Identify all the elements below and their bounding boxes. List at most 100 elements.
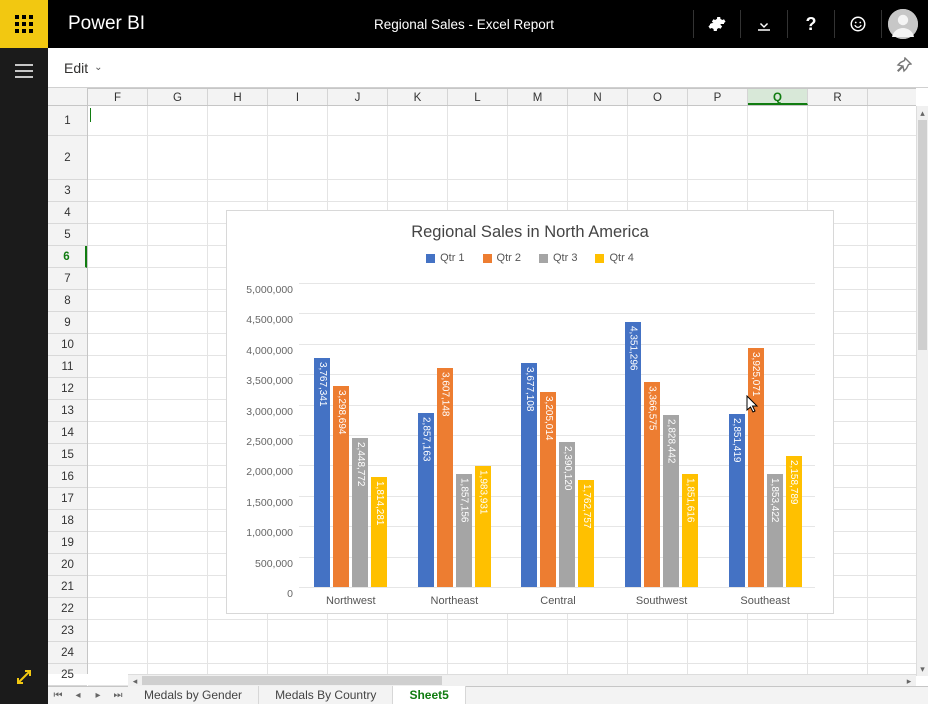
scroll-up-arrow[interactable]: ▴ [917, 106, 928, 120]
app-launcher[interactable] [0, 0, 48, 48]
bar[interactable]: 2,390,120 [559, 442, 575, 587]
col-header-I[interactable]: I [268, 89, 328, 105]
bar[interactable]: 2,158,789 [786, 456, 802, 587]
bar-value-label: 1,983,931 [477, 470, 488, 515]
bar[interactable]: 1,814,281 [371, 477, 387, 587]
workbook-area: FGHIJKLMNOPQR 12345678910111213141516171… [48, 88, 928, 704]
col-header-N[interactable]: N [568, 89, 628, 105]
bar[interactable]: 3,298,694 [333, 386, 349, 587]
vertical-scrollbar[interactable]: ▴ ▾ [916, 106, 928, 676]
row-header-22[interactable]: 22 [48, 598, 87, 620]
row-header-24[interactable]: 24 [48, 642, 87, 664]
col-header-K[interactable]: K [388, 89, 448, 105]
row-header-18[interactable]: 18 [48, 510, 87, 532]
row-header-7[interactable]: 7 [48, 268, 87, 290]
tab-nav-first[interactable]: ⏮ [48, 690, 68, 701]
legend-swatch [595, 254, 604, 263]
col-header-J[interactable]: J [328, 89, 388, 105]
bar[interactable]: 2,851,419 [729, 414, 745, 587]
waffle-icon [15, 15, 33, 33]
col-header-R[interactable]: R [808, 89, 868, 105]
bar[interactable]: 2,857,163 [418, 413, 434, 587]
horizontal-scrollbar[interactable]: ◂ ▸ [128, 674, 916, 686]
bar[interactable]: 3,607,148 [437, 368, 453, 587]
category-label: Southeast [713, 595, 817, 607]
nav-toggle[interactable] [15, 64, 33, 83]
left-nav-strip [0, 48, 48, 704]
row-header-15[interactable]: 15 [48, 444, 87, 466]
row-header-14[interactable]: 14 [48, 422, 87, 444]
sheet-tab[interactable]: Medals By Country [259, 686, 393, 704]
bar[interactable]: 1,983,931 [475, 466, 491, 587]
scroll-down-arrow[interactable]: ▾ [917, 662, 928, 676]
bar[interactable]: 3,925,071 [748, 348, 764, 587]
bar[interactable]: 3,767,341 [314, 358, 330, 587]
row-header-4[interactable]: 4 [48, 202, 87, 224]
col-header-G[interactable]: G [148, 89, 208, 105]
row-header-12[interactable]: 12 [48, 378, 87, 400]
hamburger-icon [15, 64, 33, 78]
row-header-9[interactable]: 9 [48, 312, 87, 334]
row-header-2[interactable]: 2 [48, 136, 87, 180]
row-header-13[interactable]: 13 [48, 400, 87, 422]
bar-value-label: 2,851,419 [731, 418, 742, 463]
embedded-chart[interactable]: Regional Sales in North America Qtr 1Qtr… [226, 210, 834, 614]
row-header-19[interactable]: 19 [48, 532, 87, 554]
download-button[interactable] [741, 0, 787, 48]
help-button[interactable]: ? [788, 0, 834, 48]
row-header-25[interactable]: 25 [48, 664, 87, 686]
expand-button[interactable] [16, 669, 32, 690]
bar[interactable]: 1,851,616 [682, 474, 698, 587]
row-header-17[interactable]: 17 [48, 488, 87, 510]
bar[interactable]: 1,762,757 [578, 480, 594, 587]
bar-value-label: 3,607,148 [439, 372, 450, 417]
col-header-P[interactable]: P [688, 89, 748, 105]
document-title: Regional Sales - Excel Report [374, 17, 554, 32]
col-header-O[interactable]: O [628, 89, 688, 105]
col-header-Q[interactable]: Q [748, 89, 808, 105]
row-header-20[interactable]: 20 [48, 554, 87, 576]
row-header-8[interactable]: 8 [48, 290, 87, 312]
tab-nav-last[interactable]: ⏭ [108, 690, 128, 701]
bar[interactable]: 3,677,108 [521, 363, 537, 587]
col-header-H[interactable]: H [208, 89, 268, 105]
bar[interactable]: 3,366,575 [644, 382, 660, 587]
row-header-6[interactable]: 6 [48, 246, 87, 268]
select-all-corner[interactable] [48, 88, 88, 106]
pin-button[interactable] [896, 57, 912, 78]
bar[interactable]: 1,857,156 [456, 474, 472, 587]
row-header-23[interactable]: 23 [48, 620, 87, 642]
tab-nav-prev[interactable]: ◂ [68, 690, 88, 701]
row-header-10[interactable]: 10 [48, 334, 87, 356]
bar[interactable]: 2,828,442 [663, 415, 679, 587]
bar[interactable]: 4,351,296 [625, 322, 641, 587]
feedback-button[interactable] [835, 0, 881, 48]
y-tick-label: 3,500,000 [239, 375, 293, 387]
bar[interactable]: 2,448,772 [352, 438, 368, 587]
scroll-thumb-h[interactable] [142, 676, 442, 685]
bar[interactable]: 3,205,014 [540, 392, 556, 587]
row-header-21[interactable]: 21 [48, 576, 87, 598]
sheet-tab[interactable]: Medals by Gender [128, 686, 259, 704]
scroll-thumb-v[interactable] [918, 120, 927, 350]
row-header-5[interactable]: 5 [48, 224, 87, 246]
row-header-16[interactable]: 16 [48, 466, 87, 488]
bar[interactable]: 1,853,422 [767, 474, 783, 587]
y-tick-label: 4,000,000 [239, 345, 293, 357]
row-header-1[interactable]: 1 [48, 106, 87, 136]
row-header-11[interactable]: 11 [48, 356, 87, 378]
account-avatar[interactable] [888, 9, 918, 39]
legend-swatch [483, 254, 492, 263]
col-header-M[interactable]: M [508, 89, 568, 105]
legend-label: Qtr 3 [553, 252, 577, 264]
col-header-L[interactable]: L [448, 89, 508, 105]
settings-button[interactable] [694, 0, 740, 48]
grid-canvas[interactable]: Regional Sales in North America Qtr 1Qtr… [88, 106, 916, 674]
edit-menu[interactable]: Edit ⌄ [64, 60, 103, 76]
row-header-3[interactable]: 3 [48, 180, 87, 202]
edit-label: Edit [64, 60, 88, 76]
sheet-tab[interactable]: Sheet5 [393, 686, 465, 704]
tab-nav-next[interactable]: ▸ [88, 690, 108, 701]
top-bar: Power BI Regional Sales - Excel Report ? [0, 0, 928, 48]
col-header-F[interactable]: F [88, 89, 148, 105]
